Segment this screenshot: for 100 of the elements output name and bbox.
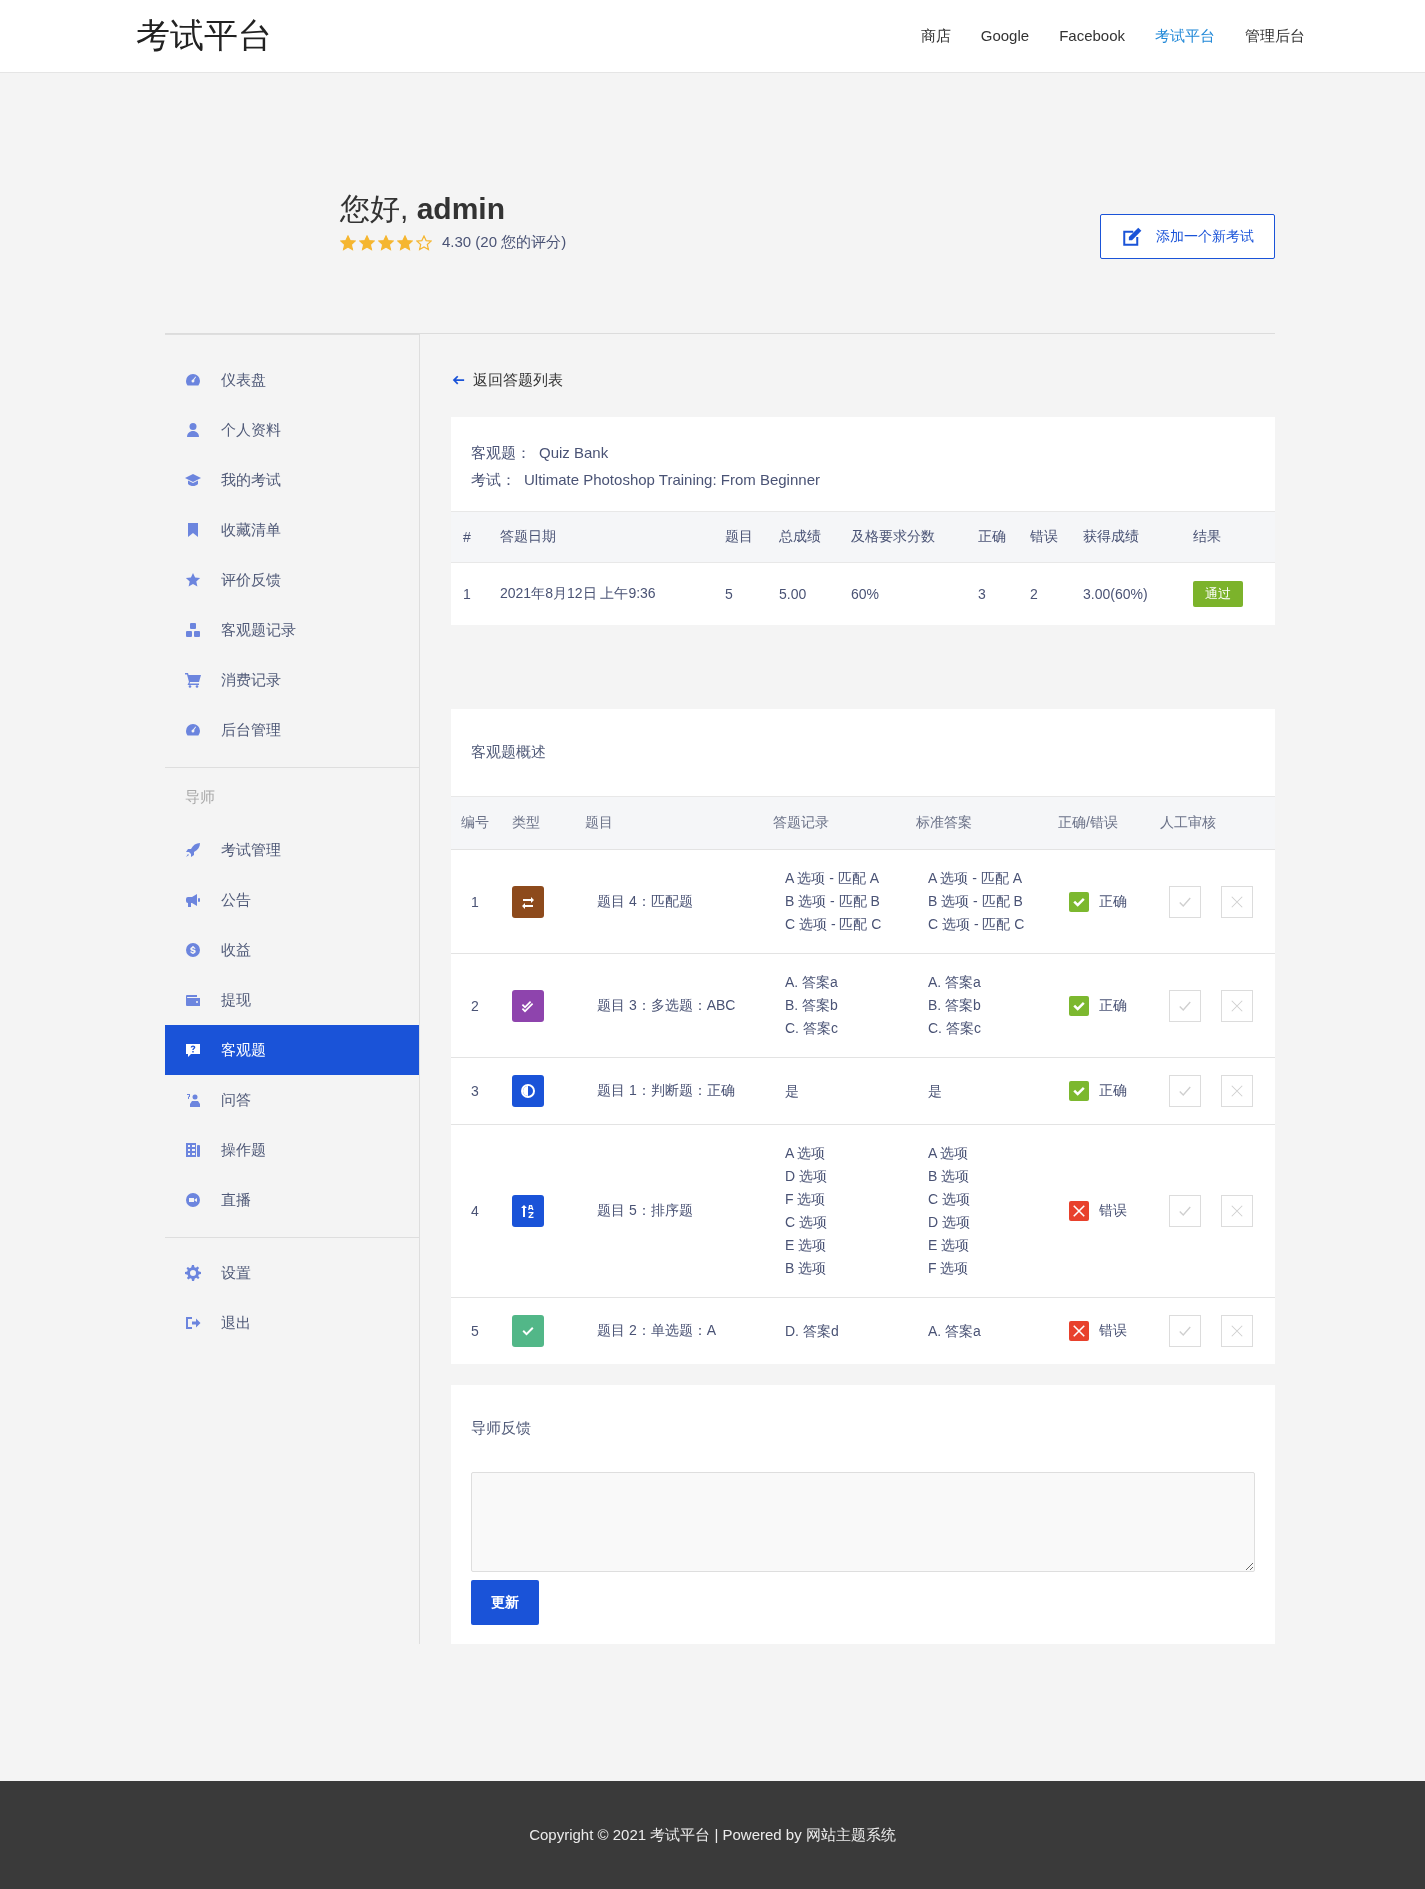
approve-button[interactable] [1169, 1075, 1201, 1107]
nav-link[interactable]: Google [980, 26, 1030, 46]
column-header: # [463, 529, 472, 545]
correct-answer-line: F 选项 [928, 1259, 970, 1278]
sidebar-item[interactable]: 仪表盘 [165, 355, 419, 405]
table-cell-text: 4 [470, 1203, 480, 1219]
column-header: 编号 [461, 814, 490, 832]
column-header: 总成绩 [779, 528, 822, 546]
table-cell-text: 2 [470, 997, 480, 1014]
question-text: 题目 3：多选题：ABC [596, 996, 737, 1015]
column-header: 答题记录 [773, 814, 830, 832]
star-icon [416, 234, 432, 251]
sidebar-item[interactable]: 退出 [165, 1298, 419, 1348]
graduation-cap-icon [185, 472, 201, 488]
answer-line: A 选项 [785, 1144, 827, 1163]
table-cell-text: 3.00(60%) [1083, 586, 1149, 602]
correct-answer-line: C. 答案c [928, 1019, 982, 1038]
question-text: 题目 2：单选题：A [596, 1322, 717, 1340]
sidebar-item[interactable]: 操作题 [165, 1125, 419, 1175]
nav-link[interactable]: Facebook [1059, 26, 1125, 46]
column-header: 题目 [725, 528, 754, 546]
exam-label: 考试： [471, 471, 516, 488]
star-icon [340, 234, 356, 251]
correct-answer-line: C 选项 [928, 1190, 971, 1209]
reject-button[interactable] [1221, 989, 1253, 1022]
table-cell-text: 2 [1030, 586, 1039, 602]
gauge-icon [185, 372, 201, 388]
correct-answer-line: B 选项 - 匹配 B [928, 892, 1024, 911]
answer-line: B 选项 - 匹配 B [785, 892, 881, 911]
sidebar-item[interactable]: 客观题记录 [165, 605, 419, 655]
megaphone-icon [185, 892, 201, 908]
correct-answer-line: A 选项 [928, 1144, 970, 1163]
table-cell-text: 1 [463, 586, 472, 602]
close-icon [1230, 1204, 1244, 1218]
sidebar-item[interactable]: 提现 [165, 975, 419, 1025]
result-badge: 通过 [1193, 581, 1243, 607]
add-exam-button[interactable]: 添加一个新考试 [1100, 214, 1275, 259]
answer-line: E 选项 [785, 1236, 828, 1255]
sidebar-item[interactable]: 我的考试 [165, 455, 419, 505]
table-cell-text: 5.00 [779, 586, 808, 602]
column-header: 结果 [1193, 528, 1222, 546]
sidebar-item[interactable]: 收益 [165, 925, 419, 975]
answer-line: C 选项 - 匹配 C [785, 915, 883, 934]
approve-button[interactable] [1169, 1315, 1201, 1347]
sidebar-item[interactable]: 消费记录 [165, 655, 419, 705]
star-icon [378, 234, 394, 251]
sort-icon [520, 1203, 536, 1219]
correct-answer-line: 是 [928, 1081, 943, 1101]
feedback-field[interactable] [471, 1472, 1255, 1572]
question-bubble-icon [185, 1042, 201, 1058]
reject-button[interactable] [1221, 885, 1253, 918]
greeting-heading: 您好, admin [340, 191, 507, 227]
reject-button[interactable] [1221, 1195, 1253, 1227]
column-header: 获得成绩 [1083, 528, 1140, 546]
sidebar-item[interactable]: 问答 [165, 1075, 419, 1125]
nav-link[interactable]: 考试平台 [1155, 26, 1215, 46]
update-button[interactable]: 更新 [471, 1580, 539, 1625]
sidebar-item[interactable]: 公告 [165, 875, 419, 925]
sidebar-heading: 导师 [184, 787, 216, 807]
sidebar-item[interactable]: 个人资料 [165, 405, 419, 455]
check-icon [1178, 1084, 1192, 1098]
correct-answer-line: E 选项 [928, 1236, 971, 1255]
sidebar-item[interactable]: 客观题 [165, 1025, 419, 1075]
approve-button[interactable] [1169, 989, 1201, 1022]
reject-button[interactable] [1221, 1315, 1253, 1347]
answer-line: 是 [785, 1081, 800, 1101]
back-link[interactable]: 返回答题列表 [451, 370, 563, 390]
verdict-text: 错误 [1099, 1202, 1127, 1220]
answer-line: D 选项 [785, 1167, 828, 1186]
sidebar-item[interactable]: 评价反馈 [165, 555, 419, 605]
sidebar-item[interactable]: 直播 [165, 1175, 419, 1225]
sidebar-item[interactable]: 设置 [165, 1248, 419, 1298]
sidebar-item[interactable]: 考试管理 [165, 825, 419, 875]
nav-link[interactable]: 管理后台 [1245, 26, 1305, 46]
column-header: 题目 [585, 814, 614, 832]
check-icon [1178, 1324, 1192, 1338]
approve-button[interactable] [1169, 885, 1201, 918]
approve-button[interactable] [1169, 1195, 1201, 1227]
correct-answer-line: B 选项 [928, 1167, 971, 1186]
sidebar-item[interactable]: 后台管理 [165, 705, 419, 755]
rating-text: 4.30 (20 您的评分) [442, 233, 567, 252]
check-icon [1178, 1204, 1192, 1218]
half-circle-icon [520, 1083, 536, 1099]
table-cell-text: 1 [470, 893, 480, 910]
table-cell-text: 3 [978, 586, 987, 602]
sidebar-item[interactable]: 收藏清单 [165, 505, 419, 555]
quiz-label: 客观题： [471, 444, 531, 461]
boxes-icon [185, 622, 201, 638]
answer-line: D. 答案d [785, 1321, 840, 1341]
verdict-text: 正确 [1099, 892, 1127, 911]
star-icon [185, 572, 201, 588]
exam-name: Ultimate Photoshop Training: From Beginner [524, 471, 820, 488]
star-icon [397, 234, 413, 251]
nav-link[interactable]: 商店 [920, 26, 951, 46]
reject-button[interactable] [1221, 1075, 1253, 1107]
verdict-text: 正确 [1099, 1082, 1127, 1100]
site-logo[interactable]: 考试平台 [136, 13, 272, 59]
correct-answer-line: B. 答案b [928, 996, 982, 1015]
quiz-name: Quiz Bank [539, 444, 609, 461]
answer-line: F 选项 [785, 1190, 827, 1209]
